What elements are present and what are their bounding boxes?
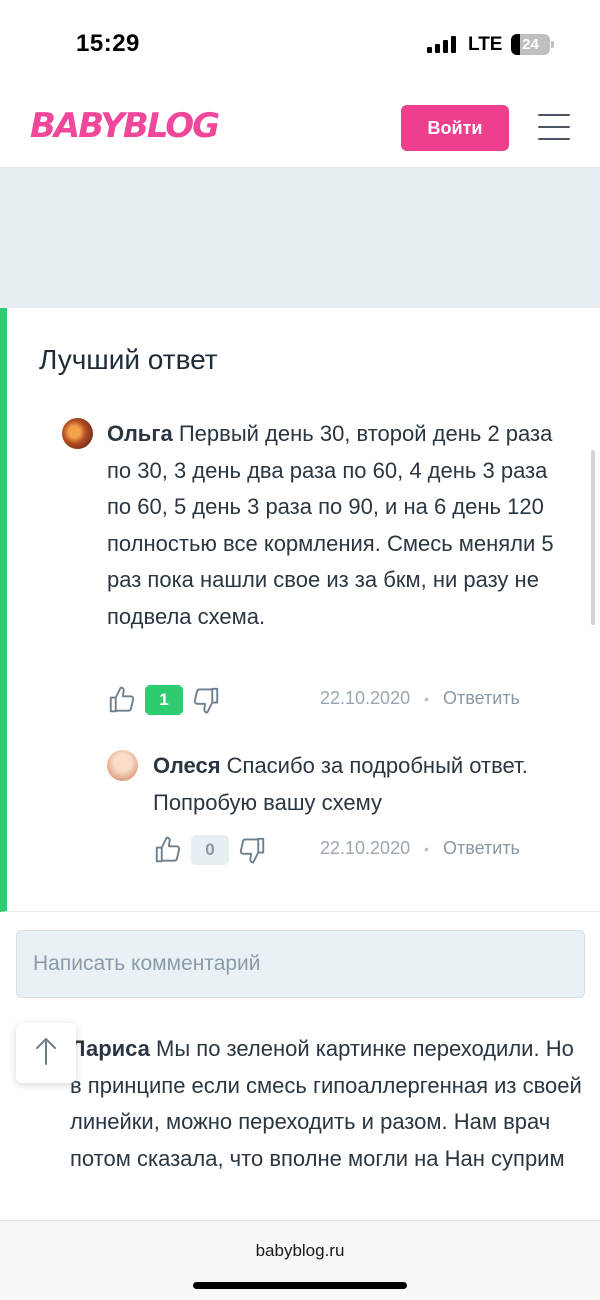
- battery-cap: [551, 41, 554, 48]
- next-comment: Лариса Мы по зеленой картинке переходили…: [70, 1031, 590, 1177]
- banner-placeholder: [0, 168, 600, 308]
- url-label[interactable]: babyblog.ru: [0, 1241, 600, 1261]
- reply-actions: 0: [153, 835, 267, 865]
- comment-body: Ольга Первый день 30, второй день 2 раза…: [107, 416, 557, 635]
- thumbs-up-icon[interactable]: [107, 685, 137, 715]
- comment-date: 22.10.2020: [320, 688, 411, 708]
- reply-date: 22.10.2020: [320, 838, 411, 858]
- battery-level: 24: [522, 36, 539, 53]
- status-bar: 15:29 LTE 24: [0, 0, 600, 90]
- reply-link[interactable]: Ответить: [443, 838, 520, 859]
- best-answer-card: Лучший ответ Ольга Первый день 30, второ…: [0, 308, 600, 912]
- comment-actions: 1: [107, 685, 221, 715]
- comment-author[interactable]: Лариса: [70, 1036, 150, 1061]
- reply-body: Олеся Спасибо за подробный ответ. Попроб…: [153, 748, 553, 821]
- browser-bottom-bar: babyblog.ru: [0, 1220, 600, 1300]
- separator-dot: •: [424, 840, 429, 857]
- site-logo[interactable]: BABYBLOG: [30, 106, 220, 146]
- site-header: BABYBLOG Войти: [0, 90, 600, 168]
- reply-link[interactable]: Ответить: [443, 688, 520, 709]
- comment-input[interactable]: [16, 930, 585, 998]
- comment-meta: 22.10.2020 • Ответить: [320, 688, 520, 709]
- best-answer-title: Лучший ответ: [39, 344, 218, 375]
- thumbs-down-icon[interactable]: [237, 835, 267, 865]
- scroll-to-top-button[interactable]: [16, 1023, 76, 1083]
- reply-meta: 22.10.2020 • Ответить: [320, 838, 520, 859]
- thumbs-down-icon[interactable]: [191, 685, 221, 715]
- signal-icon: [427, 36, 456, 53]
- avatar[interactable]: [62, 418, 93, 449]
- hamburger-menu-icon[interactable]: [538, 114, 570, 140]
- avatar[interactable]: [107, 750, 138, 781]
- scrollbar[interactable]: [591, 450, 595, 625]
- comment-author[interactable]: Ольга: [107, 421, 173, 446]
- home-indicator[interactable]: [193, 1282, 407, 1289]
- like-count: 0: [191, 835, 229, 865]
- network-label: LTE: [468, 34, 503, 55]
- reply-author[interactable]: Олеся: [153, 753, 221, 778]
- login-button[interactable]: Войти: [401, 105, 509, 151]
- arrow-up-icon: [33, 1036, 59, 1071]
- thumbs-up-icon[interactable]: [153, 835, 183, 865]
- status-time: 15:29: [76, 30, 140, 57]
- battery-icon: 24: [511, 34, 550, 55]
- like-count: 1: [145, 685, 183, 715]
- comment-text: Первый день 30, второй день 2 раза по 30…: [107, 421, 554, 629]
- separator-dot: •: [424, 690, 429, 707]
